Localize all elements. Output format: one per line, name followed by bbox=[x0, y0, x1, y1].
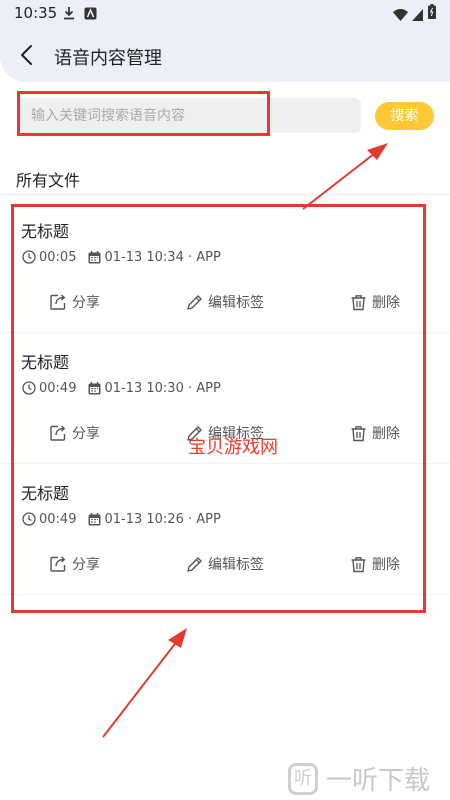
watermark-logo-mark: 听 bbox=[288, 762, 318, 795]
watermark-logo: 听 一听下载 bbox=[288, 760, 430, 797]
watermark-logo-text: 一听下载 bbox=[326, 766, 431, 796]
watermark-text: 宝贝游戏网 bbox=[188, 437, 278, 458]
annotation-arrows bbox=[102, 143, 388, 738]
